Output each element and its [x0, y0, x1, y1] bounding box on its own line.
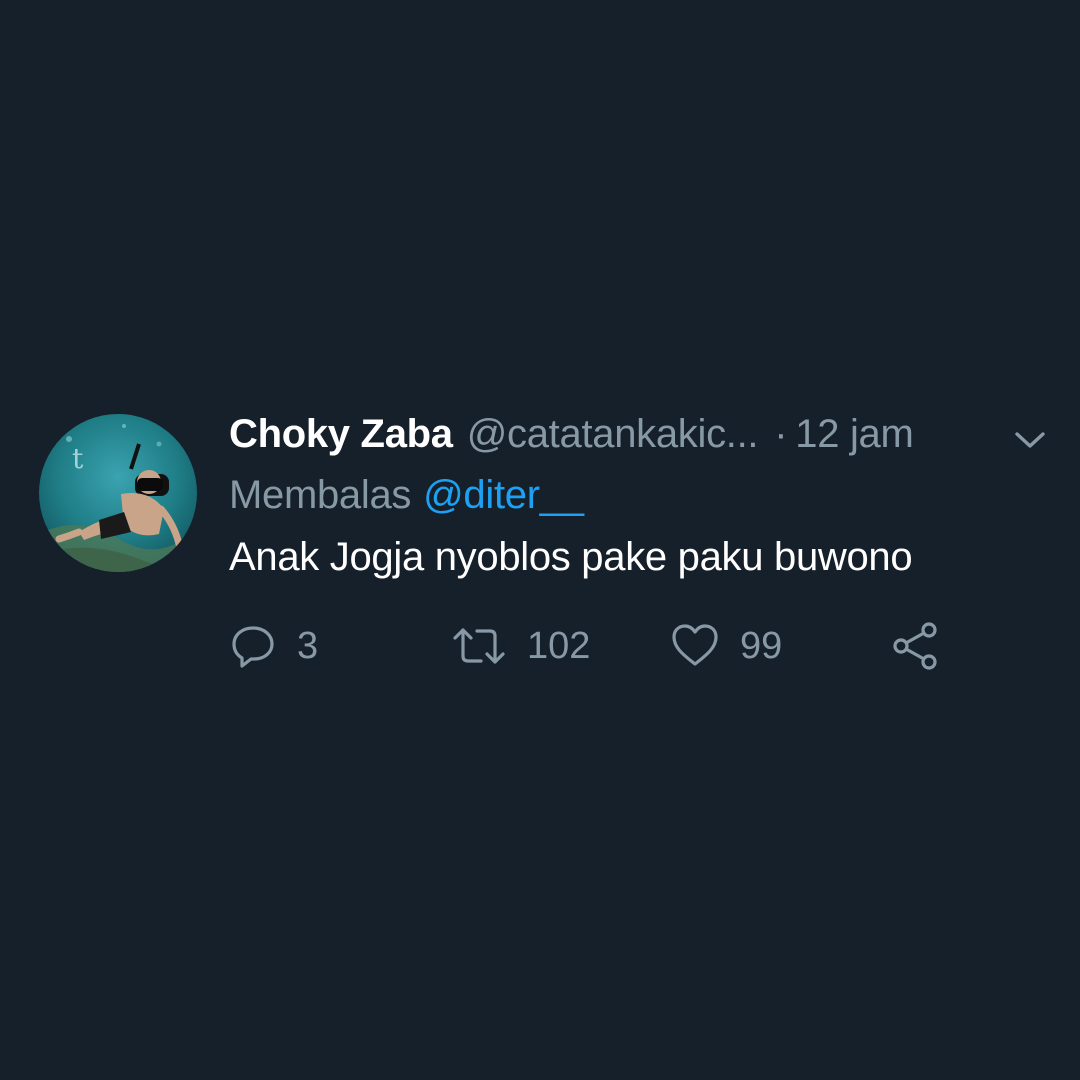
share-icon — [893, 622, 937, 670]
chevron-down-icon[interactable] — [1012, 428, 1048, 452]
reply-context: Membalas @diter__ — [229, 470, 584, 520]
action-bar: 3 102 99 — [229, 620, 1029, 672]
heart-icon — [672, 624, 718, 666]
retweet-button[interactable]: 102 — [451, 620, 590, 672]
tweet-header: Choky Zaba @catatankakic... · 12 jam — [229, 409, 914, 459]
avatar-letter: t — [72, 442, 84, 475]
like-button[interactable]: 99 — [670, 620, 782, 672]
tweet-card[interactable]: t Choky Zaba @catatankakic... · 12 jam M… — [0, 395, 1080, 695]
timestamp[interactable]: 12 jam — [795, 412, 914, 457]
reply-icon — [232, 626, 274, 668]
avatar[interactable]: t — [39, 414, 197, 572]
user-handle[interactable]: @catatankakic... — [467, 412, 759, 457]
reply-button[interactable]: 3 — [229, 620, 318, 672]
share-button[interactable] — [889, 620, 941, 672]
separator-dot: · — [774, 411, 788, 456]
reply-mention-link[interactable]: @diter__ — [423, 473, 584, 518]
retweet-icon — [453, 628, 505, 664]
tweet-text: Anak Jogja nyoblos pake paku buwono — [229, 534, 913, 579]
avatar-image — [39, 414, 197, 572]
display-name[interactable]: Choky Zaba — [229, 412, 453, 457]
like-count: 99 — [740, 624, 783, 667]
reply-label: Membalas — [229, 472, 412, 517]
retweet-count: 102 — [527, 624, 591, 667]
reply-count: 3 — [297, 624, 319, 667]
